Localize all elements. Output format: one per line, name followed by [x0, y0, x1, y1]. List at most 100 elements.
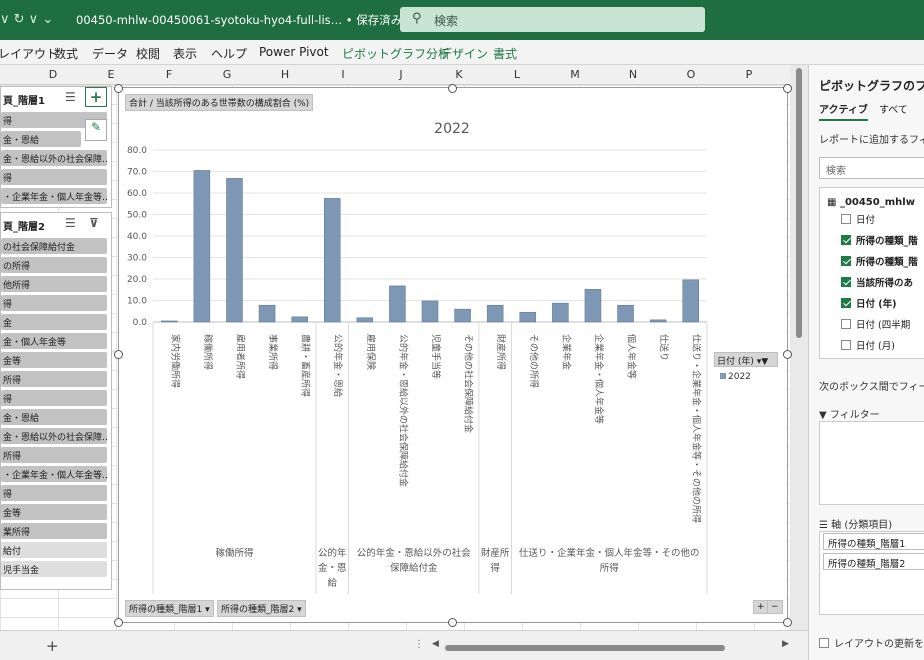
- slicer-item[interactable]: の所得: [1, 257, 107, 273]
- resize-handle[interactable]: [783, 618, 792, 627]
- resize-handle[interactable]: [448, 618, 457, 627]
- slicer-item[interactable]: 所得: [1, 371, 107, 387]
- filters-area[interactable]: [819, 421, 924, 505]
- defer-update[interactable]: レイアウトの更新を保: [819, 635, 924, 650]
- slicer-item[interactable]: 給付: [1, 542, 107, 558]
- slicer-item[interactable]: 他所得: [1, 276, 107, 292]
- table-item[interactable]: ▦ _00450_mhlw: [827, 197, 915, 208]
- file-title[interactable]: 00450-mhlw-00450061-syotoku-hyo4-full-li…: [76, 12, 414, 28]
- multi-select-icon[interactable]: ☰: [65, 216, 76, 230]
- field-search-input[interactable]: 検索: [819, 157, 924, 179]
- brush-icon[interactable]: ✎: [85, 119, 107, 141]
- axis-item[interactable]: 所得の種類_階層1: [823, 533, 924, 550]
- tab-design[interactable]: デザイン: [440, 45, 488, 62]
- checkbox[interactable]: [841, 256, 851, 266]
- slicer-item[interactable]: 金・恩給: [1, 409, 107, 425]
- col-header[interactable]: N: [625, 68, 641, 81]
- tab-view[interactable]: 表示: [173, 45, 197, 62]
- legend-field-button[interactable]: 日付 (年) ▾▼: [714, 352, 778, 367]
- resize-handle[interactable]: [114, 350, 123, 359]
- bar: [486, 304, 504, 323]
- slicer-item[interactable]: 金等: [1, 352, 107, 368]
- scroll-right-icon[interactable]: ▶: [782, 639, 789, 649]
- add-sheet-button[interactable]: +: [46, 637, 59, 655]
- col-header[interactable]: D: [45, 68, 61, 81]
- tab-format[interactable]: 書式: [493, 45, 517, 62]
- tab-active[interactable]: アクティブ: [819, 101, 868, 121]
- filters-area-label: ▼ フィルター: [819, 410, 880, 421]
- field-item[interactable]: 所得の種類_階: [841, 233, 918, 247]
- scroll-thumb[interactable]: [796, 68, 802, 338]
- col-header[interactable]: K: [451, 68, 467, 81]
- tab-pivotchart-analyze[interactable]: ピボットグラフ分析: [342, 45, 450, 62]
- plus-icon[interactable]: +: [85, 87, 107, 107]
- slicer-item[interactable]: 所得: [1, 447, 107, 463]
- resize-handle[interactable]: [114, 618, 123, 627]
- x-category-label: 企業年金・個人年金等: [593, 334, 605, 424]
- slicer-item[interactable]: 金等: [1, 504, 107, 520]
- col-header[interactable]: H: [277, 68, 293, 81]
- checkbox[interactable]: [841, 235, 851, 245]
- field-item[interactable]: 日付: [841, 212, 875, 226]
- col-header[interactable]: I: [335, 68, 351, 81]
- tab-data[interactable]: データ: [92, 45, 128, 62]
- multi-select-icon[interactable]: ☰: [65, 90, 76, 104]
- tab-power-pivot[interactable]: Power Pivot: [259, 45, 329, 59]
- slicer-item[interactable]: 金・恩給以外の社会保障…: [1, 428, 107, 444]
- resize-handle[interactable]: [448, 84, 457, 93]
- field-item[interactable]: 日付 (四半期: [841, 317, 910, 331]
- field-item[interactable]: 日付 (月): [841, 338, 895, 352]
- tab-review[interactable]: 校閲: [136, 45, 160, 62]
- field-item[interactable]: 当該所得のあ: [841, 275, 913, 289]
- pivot-chart[interactable]: 合計 / 当該所得のある世帯数の構成割合 (%) 所得の種類_階層1 ▾ 所得の…: [118, 87, 788, 623]
- slicer-item[interactable]: 得: [1, 485, 107, 501]
- col-header[interactable]: O: [683, 68, 699, 81]
- checkbox[interactable]: [841, 340, 851, 350]
- checkbox[interactable]: [841, 298, 851, 308]
- checkbox[interactable]: [819, 638, 829, 648]
- col-header[interactable]: L: [509, 68, 525, 81]
- col-header[interactable]: M: [567, 68, 583, 81]
- tab-all[interactable]: すべて: [879, 101, 908, 116]
- slicer-level1[interactable]: 頁_階層1 ☰ + 得 金・恩給 金・恩給以外の社会保障… 得 ・企業年金・個人…: [0, 86, 112, 208]
- col-header[interactable]: J: [393, 68, 409, 81]
- axis-item[interactable]: 所得の種類_階層2: [823, 553, 924, 570]
- collapse-button[interactable]: −: [767, 600, 783, 614]
- horizontal-scrollbar[interactable]: [445, 645, 725, 651]
- field-item[interactable]: 所得の種類_階: [841, 254, 918, 268]
- tab-formulas[interactable]: 数式: [54, 45, 78, 62]
- quick-access-toolbar[interactable]: ∨ ↻ ∨ ⌄: [0, 12, 53, 27]
- resize-handle[interactable]: [114, 84, 123, 93]
- col-header[interactable]: E: [103, 68, 119, 81]
- tab-layout[interactable]: レイアウト: [0, 45, 58, 62]
- col-header[interactable]: F: [161, 68, 177, 81]
- slicer-item[interactable]: 業所得: [1, 523, 107, 539]
- clear-filter-icon[interactable]: ⊽: [89, 216, 99, 230]
- vertical-scrollbar[interactable]: [794, 68, 804, 628]
- slicer-item[interactable]: 金: [1, 314, 107, 330]
- checkbox[interactable]: [841, 277, 851, 287]
- slicer-item[interactable]: 児手当金: [1, 561, 107, 577]
- slicer-item[interactable]: 得: [1, 169, 107, 185]
- resize-handle[interactable]: [783, 350, 792, 359]
- tab-help[interactable]: ヘルプ: [211, 45, 247, 62]
- field-item[interactable]: 日付 (年): [841, 296, 897, 310]
- slicer-item[interactable]: 得: [1, 295, 107, 311]
- slicer-item[interactable]: ・企業年金・個人年金等…: [1, 188, 107, 204]
- col-header[interactable]: P: [741, 68, 757, 81]
- slicer-item[interactable]: 金・個人年金等: [1, 333, 107, 349]
- checkbox[interactable]: [841, 319, 851, 329]
- slicer-item[interactable]: 得: [1, 390, 107, 406]
- slicer-level2[interactable]: 頁_階層2 ☰ ⊽ の社会保障給付金 の所得 他所得 得 金 金・個人年金等 金…: [0, 212, 112, 590]
- y-tick-label: 70.0: [127, 168, 147, 178]
- slicer-item[interactable]: 金・恩給: [1, 131, 81, 147]
- col-header[interactable]: G: [219, 68, 235, 81]
- resize-handle[interactable]: [783, 84, 792, 93]
- slicer-item[interactable]: の社会保障給付金: [1, 238, 107, 254]
- scroll-left-icon[interactable]: ◀: [432, 639, 439, 649]
- search-box[interactable]: ⚲ 検索: [400, 7, 705, 32]
- slicer-item[interactable]: 金・恩給以外の社会保障…: [1, 150, 107, 166]
- slicer-item[interactable]: ・企業年金・個人年金等…: [1, 466, 107, 482]
- checkbox[interactable]: [841, 214, 851, 224]
- split-handle[interactable]: ⋮: [414, 639, 424, 650]
